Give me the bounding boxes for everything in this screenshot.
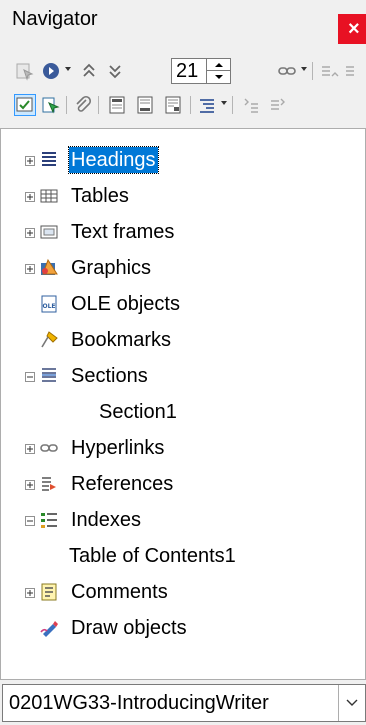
navigator-toolbar-1: 21	[0, 56, 366, 86]
arrow-up-icon	[214, 62, 223, 67]
promote-level-icon[interactable]	[318, 60, 340, 82]
demote-chapter-icon[interactable]	[266, 94, 288, 116]
content-tree[interactable]: Headings Tables Text frames Graphics OLE…	[0, 128, 366, 680]
close-icon: ×	[348, 18, 360, 40]
expand-icon[interactable]	[25, 480, 35, 490]
page-number-spinner[interactable]: 21	[171, 58, 231, 84]
tree-item-label: Indexes	[71, 509, 142, 531]
content-view-icon[interactable]	[14, 94, 36, 116]
promote-chapter-icon[interactable]	[240, 94, 262, 116]
drag-mode-dropdown-icon[interactable]	[300, 65, 308, 73]
hyperlinks-icon	[40, 444, 58, 452]
text-frames-icon	[40, 225, 58, 239]
spin-down-button[interactable]	[207, 71, 230, 83]
arrow-down-icon	[214, 75, 223, 79]
tree-item-label: Sections	[71, 365, 148, 387]
toolbar-separator	[312, 62, 313, 80]
footer-icon[interactable]	[134, 94, 156, 116]
tree-item-label: OLE objects	[71, 293, 180, 315]
expand-icon[interactable]	[25, 264, 35, 274]
document-selector[interactable]: 0201WG33-IntroducingWriter	[2, 684, 366, 722]
window-title: Navigator	[12, 8, 98, 30]
collapse-icon[interactable]	[25, 372, 35, 382]
tables-icon	[40, 189, 58, 203]
comments-icon	[41, 583, 57, 601]
navigate-by-icon[interactable]	[40, 60, 62, 82]
tree-item-label: Section1	[99, 401, 177, 423]
expand-icon[interactable]	[25, 228, 35, 238]
expand-icon[interactable]	[25, 588, 35, 598]
draw-objects-icon	[40, 621, 58, 637]
previous-icon[interactable]	[78, 60, 100, 82]
toolbar-separator	[190, 96, 191, 114]
svg-text:OLE: OLE	[42, 303, 55, 310]
document-selector-value: 0201WG33-IntroducingWriter	[9, 692, 269, 714]
expand-icon[interactable]	[25, 156, 35, 166]
chevron-down-icon	[346, 699, 358, 706]
heading-levels-dropdown-icon[interactable]	[220, 99, 228, 107]
tree-item-label: Tables	[71, 185, 129, 207]
toolbar-separator	[98, 96, 99, 114]
next-icon[interactable]	[104, 60, 126, 82]
insert-hyperlink-icon[interactable]	[276, 60, 298, 82]
tree-item-label: Headings	[68, 146, 159, 174]
heading-levels-icon[interactable]	[196, 94, 218, 116]
anchor-icon[interactable]	[162, 94, 184, 116]
document-selector-dropdown-button[interactable]	[338, 685, 365, 721]
set-reminder-icon[interactable]	[40, 94, 62, 116]
toolbar-separator	[232, 96, 233, 114]
tree-item-label: References	[71, 473, 174, 495]
indexes-icon	[41, 513, 57, 528]
references-icon	[42, 477, 56, 491]
tree-item-label: Draw objects	[71, 617, 187, 639]
demote-level-icon[interactable]	[342, 60, 364, 82]
spinner-buttons	[206, 59, 230, 83]
graphics-icon	[41, 258, 58, 275]
tree-item-label: Table of Contents1	[69, 545, 236, 567]
close-button[interactable]: ×	[338, 14, 366, 44]
title-bar: Navigator ×	[0, 0, 366, 44]
expand-icon[interactable]	[25, 192, 35, 202]
collapse-icon[interactable]	[25, 516, 35, 526]
spin-up-button[interactable]	[207, 59, 230, 71]
attachment-icon[interactable]	[72, 94, 94, 116]
ole-icon: OLE	[41, 295, 57, 313]
bookmark-icon	[41, 331, 58, 348]
tree-item-label: Text frames	[71, 221, 175, 243]
navigator-toolbar-2	[0, 90, 366, 120]
tree-item-label: Hyperlinks	[71, 437, 165, 459]
page-number-value: 21	[176, 60, 199, 82]
tree-item-label: Comments	[71, 581, 168, 603]
toolbar-separator	[66, 96, 67, 114]
tree-item-label: Bookmarks	[71, 329, 172, 351]
navigate-by-dropdown-icon[interactable]	[64, 65, 72, 73]
toggle-icon[interactable]	[14, 60, 36, 82]
sections-icon	[42, 368, 56, 382]
tree-item-label: Graphics	[71, 257, 152, 279]
header-icon[interactable]	[106, 94, 128, 116]
expand-icon[interactable]	[25, 444, 35, 454]
headings-icon	[42, 152, 56, 166]
